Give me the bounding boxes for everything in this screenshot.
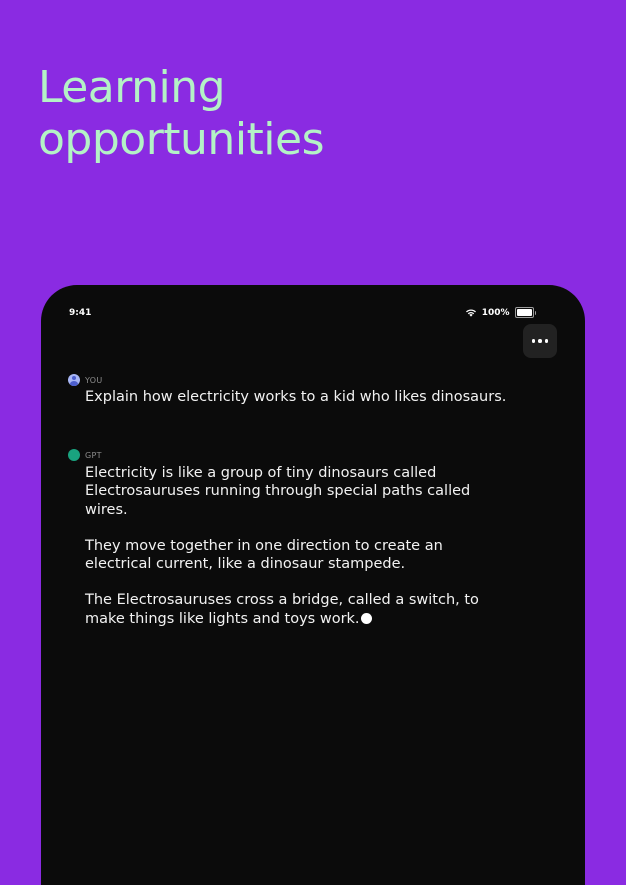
ellipsis-icon (531, 339, 536, 343)
assistant-paragraph: The Electrosauruses cross a bridge, call… (85, 592, 479, 627)
wifi-icon (465, 308, 477, 317)
user-message: YOU Explain how electricity works to a k… (68, 373, 508, 406)
headline: Learning opportunities (38, 62, 598, 166)
headline-line-2: opportunities (38, 114, 325, 165)
assistant-message-header: GPT (68, 448, 508, 462)
tablet-screen: 9:41 100% YOU Explain how electricity wo… (41, 285, 585, 885)
typing-cursor-icon (360, 612, 372, 624)
status-bar: 9:41 100% (41, 285, 585, 325)
assistant-author-label: GPT (85, 450, 102, 460)
user-avatar-icon (68, 374, 80, 386)
user-message-text: Explain how electricity works to a kid w… (85, 389, 507, 405)
assistant-paragraph: They move together in one direction to c… (85, 537, 443, 573)
status-time: 9:41 (69, 308, 92, 318)
more-options-button[interactable] (523, 324, 557, 358)
gpt-avatar-icon (68, 449, 80, 461)
status-indicators: 100% (465, 307, 536, 318)
user-message-header: YOU (68, 373, 508, 387)
user-author-label: YOU (85, 375, 103, 385)
headline-line-1: Learning (38, 62, 226, 113)
battery-percentage: 100% (481, 307, 510, 318)
assistant-paragraph: Electricity is like a group of tiny dino… (85, 465, 471, 518)
assistant-message: GPT Electricity is like a group of tiny … (68, 448, 508, 628)
battery-icon (514, 307, 536, 318)
assistant-message-text: Electricity is like a group of tiny dino… (85, 464, 508, 628)
